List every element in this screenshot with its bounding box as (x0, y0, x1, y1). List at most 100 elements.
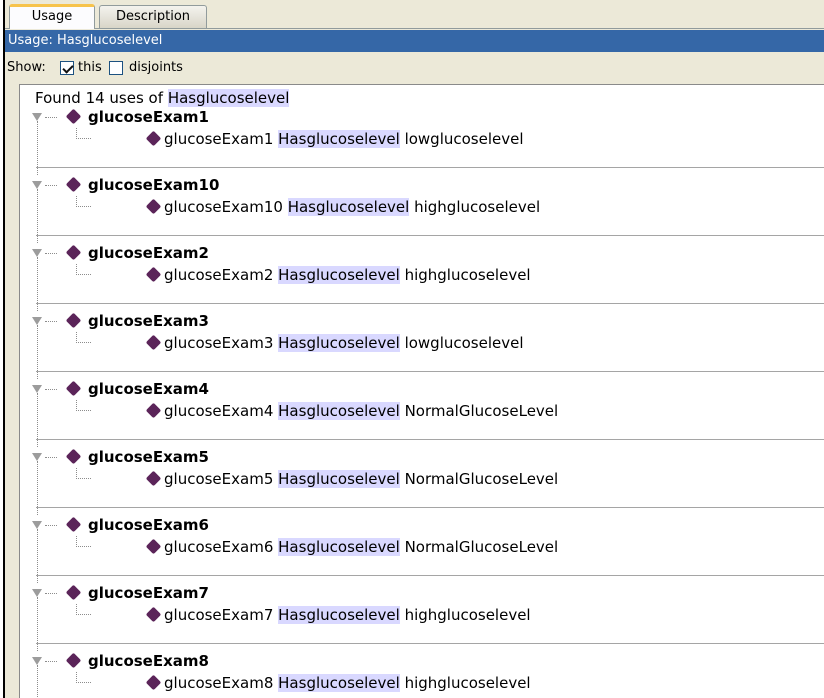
collapse-toggle-icon[interactable] (32, 657, 42, 665)
axiom-subject: glucoseExam5 (164, 470, 274, 488)
tree-connector (45, 661, 57, 662)
individual-icon (65, 176, 82, 193)
axiom-individual-icon (145, 198, 162, 215)
axiom-subject: glucoseExam4 (164, 402, 274, 420)
tab-divider (5, 28, 824, 29)
usage-view: Usage Description Usage: Hasglucoselevel… (3, 0, 824, 698)
tree-guide-line (37, 461, 38, 515)
tree-elbow (76, 196, 91, 207)
axiom-row[interactable]: glucoseExam5 Hasglucoselevel NormalGluco… (164, 469, 558, 489)
group-separator (36, 371, 824, 372)
axiom-row[interactable]: glucoseExam10 Hasglucoselevel highglucos… (164, 197, 540, 217)
group-separator (36, 507, 824, 508)
show-options-bar: Show: this disjoints (5, 56, 824, 80)
found-property-name: Hasglucoselevel (167, 89, 290, 107)
tab-usage[interactable]: Usage (9, 4, 95, 29)
axiom-object: NormalGlucoseLevel (404, 402, 559, 420)
collapse-toggle-icon[interactable] (32, 113, 42, 121)
collapse-toggle-icon[interactable] (32, 317, 42, 325)
tree-connector (45, 253, 57, 254)
usage-group: glucoseExam5 glucoseExam5 Hasglucoselevel… (20, 447, 824, 515)
axiom-property: Hasglucoselevel (287, 198, 410, 216)
tree-guide-line (37, 529, 38, 583)
axiom-object: NormalGlucoseLevel (404, 538, 559, 556)
tree-elbow (76, 400, 91, 411)
usage-group: glucoseExam10 glucoseExam10 Hasglucoselev… (20, 175, 824, 243)
axiom-subject: glucoseExam6 (164, 538, 274, 556)
usage-group: glucoseExam1 glucoseExam1 Hasglucoselevel… (20, 107, 824, 175)
axiom-subject: glucoseExam1 (164, 130, 274, 148)
axiom-individual-icon (145, 266, 162, 283)
tree-elbow (76, 468, 91, 479)
show-this-label: this (78, 60, 102, 75)
axiom-object: highglucoselevel (404, 606, 531, 624)
axiom-row[interactable]: glucoseExam2 Hasglucoselevel highglucose… (164, 265, 531, 285)
individual-icon (65, 516, 82, 533)
tree-connector (45, 117, 57, 118)
axiom-property: Hasglucoselevel (278, 130, 400, 148)
axiom-individual-icon (145, 130, 162, 147)
tree-elbow (76, 128, 91, 139)
axiom-object: highglucoselevel (404, 266, 531, 284)
axiom-property: Hasglucoselevel (278, 266, 400, 284)
tree-connector (45, 457, 57, 458)
group-separator (36, 167, 824, 168)
axiom-property: Hasglucoselevel (278, 334, 400, 352)
axiom-property: Hasglucoselevel (278, 606, 400, 624)
tree-elbow (76, 536, 91, 547)
axiom-subject: glucoseExam2 (164, 266, 274, 284)
tree-guide-line (37, 121, 38, 175)
axiom-row[interactable]: glucoseExam3 Hasglucoselevel lowglucosel… (164, 333, 524, 353)
usage-group: glucoseExam4 glucoseExam4 Hasglucoselevel… (20, 379, 824, 447)
axiom-row[interactable]: glucoseExam6 Hasglucoselevel NormalGluco… (164, 537, 558, 557)
axiom-row[interactable]: glucoseExam1 Hasglucoselevel lowglucosel… (164, 129, 524, 149)
individual-name[interactable]: glucoseExam6 (88, 515, 209, 535)
axiom-individual-icon (145, 674, 162, 691)
tree-elbow (76, 264, 91, 275)
collapse-toggle-icon[interactable] (32, 521, 42, 529)
tree-guide-line (37, 189, 38, 243)
individual-name[interactable]: glucoseExam3 (88, 311, 209, 331)
axiom-row[interactable]: glucoseExam4 Hasglucoselevel NormalGluco… (164, 401, 558, 421)
individual-name[interactable]: glucoseExam2 (88, 243, 209, 263)
axiom-individual-icon (145, 606, 162, 623)
axiom-property: Hasglucoselevel (278, 674, 400, 692)
tree-guide-line (37, 665, 38, 698)
usage-group: glucoseExam3 glucoseExam3 Hasglucoselevel… (20, 311, 824, 379)
usage-tree[interactable]: Found 14 uses of Hasglucoselevel glucose… (19, 84, 824, 698)
individual-name[interactable]: glucoseExam7 (88, 583, 209, 603)
individual-name[interactable]: glucoseExam5 (88, 447, 209, 467)
group-separator (36, 303, 824, 304)
tree-connector (45, 389, 57, 390)
show-disjoints-checkbox[interactable] (109, 61, 123, 75)
group-separator (36, 643, 824, 644)
individual-icon (65, 108, 82, 125)
axiom-object: NormalGlucoseLevel (404, 470, 559, 488)
tree-connector (45, 321, 57, 322)
group-separator (36, 235, 824, 236)
individual-name[interactable]: glucoseExam4 (88, 379, 209, 399)
show-this-checkbox[interactable] (60, 61, 74, 75)
axiom-object: highglucoselevel (404, 674, 531, 692)
axiom-subject: glucoseExam7 (164, 606, 274, 624)
axiom-individual-icon (145, 470, 162, 487)
axiom-individual-icon (145, 538, 162, 555)
collapse-toggle-icon[interactable] (32, 385, 42, 393)
collapse-toggle-icon[interactable] (32, 589, 42, 597)
individual-name[interactable]: glucoseExam8 (88, 651, 209, 671)
collapse-toggle-icon[interactable] (32, 181, 42, 189)
axiom-property: Hasglucoselevel (278, 538, 400, 556)
individual-name[interactable]: glucoseExam1 (88, 107, 209, 127)
axiom-object: highglucoselevel (414, 198, 541, 216)
axiom-row[interactable]: glucoseExam7 Hasglucoselevel highglucose… (164, 605, 531, 625)
axiom-row[interactable]: glucoseExam8 Hasglucoselevel highglucose… (164, 673, 531, 693)
axiom-object: lowglucoselevel (404, 334, 524, 352)
tab-strip: Usage Description (5, 4, 824, 29)
individual-name[interactable]: glucoseExam10 (88, 175, 219, 195)
collapse-toggle-icon[interactable] (32, 453, 42, 461)
tree-elbow (76, 672, 91, 683)
axiom-subject: glucoseExam10 (164, 198, 283, 216)
axiom-object: lowglucoselevel (404, 130, 524, 148)
collapse-toggle-icon[interactable] (32, 249, 42, 257)
tab-description[interactable]: Description (99, 5, 207, 28)
